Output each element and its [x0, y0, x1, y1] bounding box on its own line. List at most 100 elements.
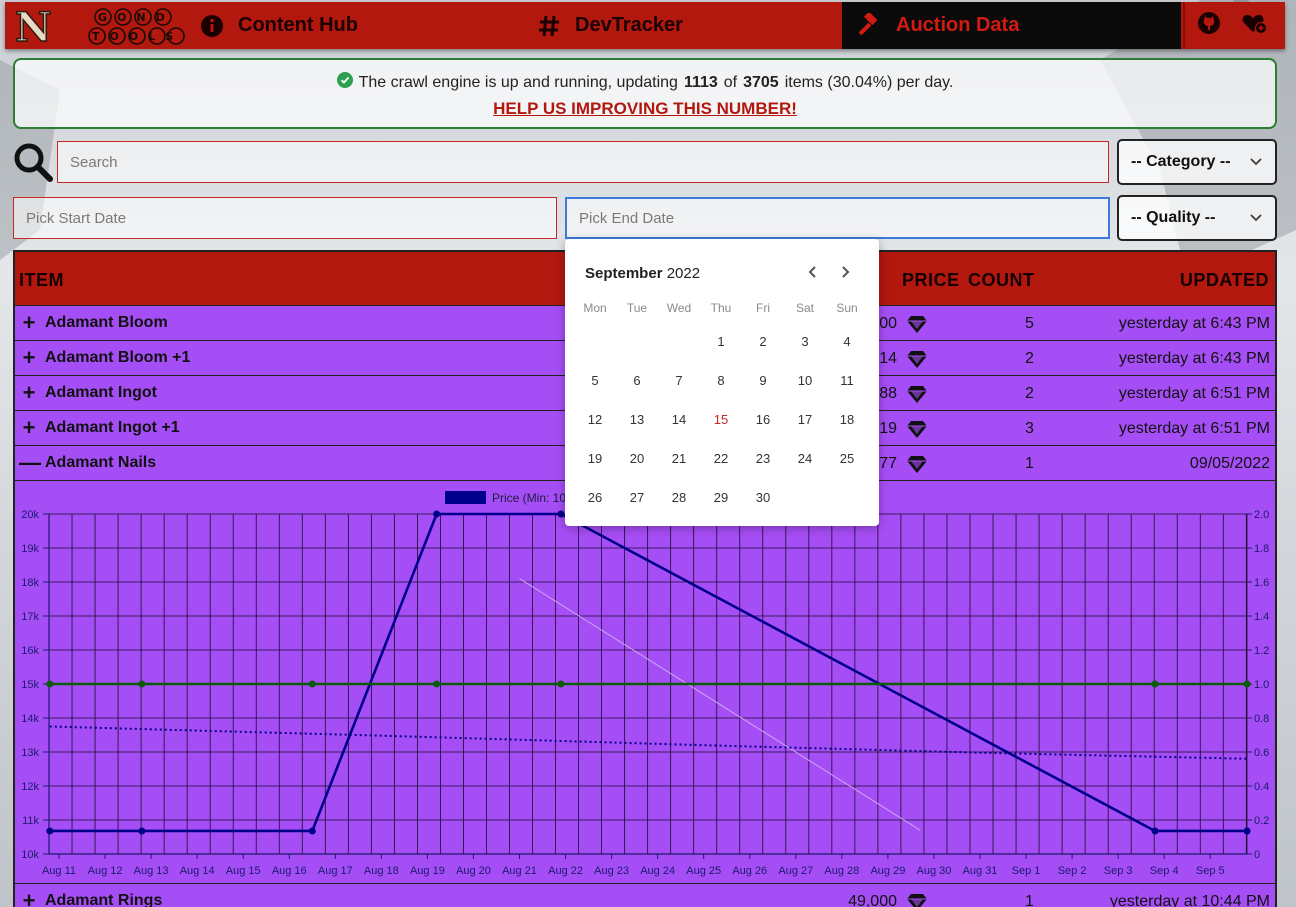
x-tick-label: Aug 24	[640, 865, 675, 877]
calendar-day[interactable]: 12	[574, 403, 616, 442]
calendar-day[interactable]: 18	[826, 403, 868, 442]
y-right-tick-label: 0.6	[1254, 747, 1269, 759]
expand-toggle-icon[interactable]: +	[19, 890, 39, 907]
calendar-day[interactable]: 2	[742, 325, 784, 364]
calendar-day[interactable]: 27	[616, 481, 658, 520]
end-date-input[interactable]	[565, 197, 1110, 239]
calendar-day[interactable]: 9	[742, 364, 784, 403]
item-name-cell[interactable]: — Adamant Nails	[19, 452, 156, 474]
category-select[interactable]: -- Category --	[1117, 139, 1277, 185]
header-price[interactable]: PRICE	[902, 270, 960, 291]
svg-text:TOOLS: TOOLS	[92, 30, 183, 43]
series-line-price	[49, 512, 1248, 833]
series-point-price	[308, 827, 316, 835]
chevron-right-icon	[842, 266, 850, 278]
x-tick-label: Aug 12	[88, 865, 123, 877]
expand-toggle-icon[interactable]: +	[19, 347, 39, 369]
y-left-tick-label: 19k	[21, 543, 39, 555]
series-point-price	[1243, 827, 1251, 835]
calendar-day[interactable]: 15	[700, 403, 742, 442]
quality-select[interactable]: -- Quality --	[1117, 195, 1277, 241]
calendar-day[interactable]: 8	[700, 364, 742, 403]
nav-content-hub[interactable]: Content Hub	[200, 2, 358, 49]
expand-toggle-icon[interactable]: +	[19, 417, 39, 439]
calendar-day[interactable]: 11	[826, 364, 868, 403]
count-cell: 2	[1025, 385, 1034, 402]
site-logo[interactable]: N GOND TOOLS	[13, 3, 185, 52]
search-input[interactable]	[57, 141, 1109, 183]
calendar-day[interactable]: 19	[574, 442, 616, 481]
svg-text:N: N	[15, 5, 52, 47]
chevron-down-icon	[1249, 211, 1263, 230]
item-name: Adamant Ingot	[45, 384, 157, 401]
calendar-day[interactable]: 22	[700, 442, 742, 481]
calendar-week-row: 12 13 14 15 16 17 18	[574, 403, 870, 442]
crawl-status-line: The crawl engine is up and running, upda…	[15, 72, 1275, 93]
category-select-value: -- Category --	[1131, 153, 1231, 170]
nav-devtracker[interactable]: DevTracker	[537, 2, 683, 49]
calendar-day[interactable]: 10	[784, 364, 826, 403]
item-name-cell[interactable]: + Adamant Bloom	[19, 312, 168, 334]
header-item[interactable]: ITEM	[19, 270, 64, 291]
x-tick-label: Aug 28	[824, 865, 859, 877]
series-point-secondary	[308, 680, 316, 688]
header-count[interactable]: COUNT	[968, 270, 1035, 291]
calendar-day[interactable]: 25	[826, 442, 868, 481]
item-name-cell[interactable]: + Adamant Rings	[19, 890, 163, 907]
start-date-input[interactable]	[13, 197, 557, 239]
item-name-cell[interactable]: + Adamant Bloom +1	[19, 347, 191, 369]
diamond-currency-icon	[907, 351, 927, 368]
calendar-day[interactable]: 17	[784, 403, 826, 442]
y-left-tick-label: 18k	[21, 577, 39, 589]
y-left-tick-label: 15k	[21, 679, 39, 691]
calendar-day[interactable]: 26	[574, 481, 616, 520]
nav-auction-data[interactable]: Auction Data	[842, 2, 1181, 49]
expand-toggle-icon[interactable]: +	[19, 382, 39, 404]
calendar-day[interactable]: 28	[658, 481, 700, 520]
nav-auction-data-label: Auction Data	[896, 14, 1020, 36]
quality-select-value: -- Quality --	[1131, 209, 1216, 226]
calendar-empty-cell	[826, 481, 868, 520]
weekday-label: Wed	[666, 301, 692, 315]
svg-text:GOND: GOND	[98, 11, 175, 24]
calendar-day[interactable]: 13	[616, 403, 658, 442]
item-name-cell[interactable]: + Adamant Ingot	[19, 382, 157, 404]
calendar-day[interactable]: 6	[616, 364, 658, 403]
prev-month-button[interactable]	[806, 263, 820, 284]
calendar-day[interactable]: 14	[658, 403, 700, 442]
heart-plus-icon[interactable]	[1241, 11, 1267, 40]
calendar-day[interactable]: 3	[784, 325, 826, 364]
github-icon[interactable]	[1197, 11, 1221, 40]
updated-cell: yesterday at 10:44 PM	[1109, 893, 1270, 907]
series-point-price	[433, 510, 441, 518]
item-name-cell[interactable]: + Adamant Ingot +1	[19, 417, 180, 439]
calendar-day[interactable]: 1	[700, 325, 742, 364]
calendar-day[interactable]: 23	[742, 442, 784, 481]
next-month-button[interactable]	[838, 263, 852, 284]
updated-cell: yesterday at 6:51 PM	[1118, 385, 1270, 402]
header-updated[interactable]: UPDATED	[1180, 270, 1269, 291]
calendar-day[interactable]: 20	[616, 442, 658, 481]
calendar-day[interactable]: 30	[742, 481, 784, 520]
table-row[interactable]: + Adamant Rings 49,000 1 yesterday at 10:44 …	[15, 884, 1275, 907]
nav-content-hub-label: Content Hub	[238, 14, 358, 36]
search-icon[interactable]	[12, 141, 54, 188]
expand-toggle-icon[interactable]: —	[19, 452, 41, 474]
help-improve-link[interactable]: HELP US IMPROVING THIS NUMBER!	[15, 99, 1275, 119]
nav-icon-group	[1197, 2, 1267, 49]
calendar-day[interactable]: 4	[826, 325, 868, 364]
y-left-tick-label: 12k	[21, 781, 39, 793]
status-prefix: The crawl engine is up and running, upda…	[358, 73, 678, 91]
series-point-secondary	[138, 680, 146, 688]
expand-toggle-icon[interactable]: +	[19, 312, 39, 334]
status-suffix: items (30.04%) per day.	[784, 73, 954, 91]
calendar-day[interactable]: 29	[700, 481, 742, 520]
calendar-empty-cell	[574, 325, 616, 364]
diamond-currency-icon	[907, 421, 927, 438]
calendar-day[interactable]: 16	[742, 403, 784, 442]
y-right-tick-label: 1.8	[1254, 543, 1269, 555]
calendar-day[interactable]: 21	[658, 442, 700, 481]
calendar-day[interactable]: 24	[784, 442, 826, 481]
calendar-day[interactable]: 5	[574, 364, 616, 403]
calendar-day[interactable]: 7	[658, 364, 700, 403]
